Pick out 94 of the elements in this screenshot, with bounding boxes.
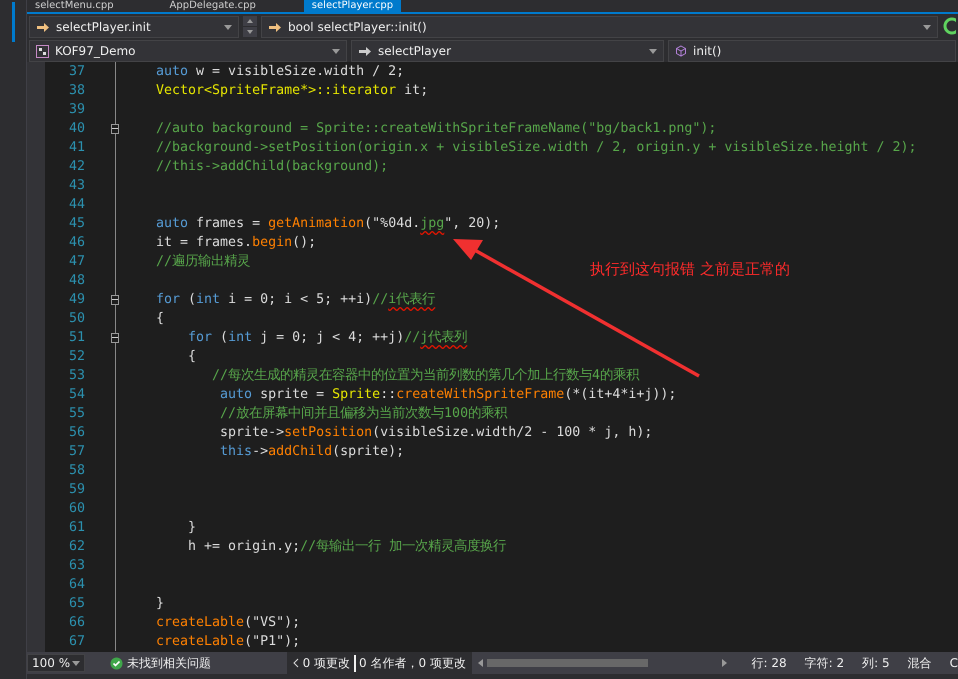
line-number: 64 <box>68 576 85 594</box>
code-line: { <box>187 349 196 364</box>
code-line: //auto background = Sprite::createWithSpriteFrameName("bg/back1.png"); <box>156 121 716 136</box>
code-line: } <box>187 520 196 535</box>
line-number: 55 <box>68 405 85 423</box>
collapse-icon[interactable] <box>111 124 119 134</box>
line-number: 66 <box>68 614 85 632</box>
line-number: 60 <box>68 500 85 518</box>
code-line: this->addChild(sprite); <box>219 444 404 459</box>
code-editor[interactable] <box>27 62 958 652</box>
caret-icon <box>649 48 657 54</box>
member-dropdown[interactable]: bool selectPlayer::init() <box>261 16 938 38</box>
arrow-icon <box>268 22 282 32</box>
check-icon <box>110 656 123 670</box>
project-icon <box>36 44 49 58</box>
line-number: 62 <box>68 538 85 556</box>
code-line: sprite->setPosition(visibleSize.width/2 - 100 * j, h); <box>219 425 652 440</box>
line-number: 45 <box>68 215 85 233</box>
function-dropdown[interactable]: init() <box>668 40 956 62</box>
line-number: 38 <box>68 82 85 100</box>
code-line: //遍历输出精灵 <box>156 254 250 269</box>
code-line: h += origin.y;//每输出一行 加一次精灵高度换行 <box>187 539 506 554</box>
collapse-icon[interactable] <box>111 332 119 342</box>
caret-icon <box>923 24 931 30</box>
line-number: 49 <box>68 291 85 309</box>
line-number: 63 <box>68 557 85 575</box>
line-status: 行: 28 <box>751 654 787 672</box>
issues-status[interactable]: 未找到相关问题 <box>126 654 211 672</box>
code-line: auto w = visibleSize.width / 2; <box>156 64 404 79</box>
code-line: Vector<SpriteFrame*>::iterator it; <box>156 83 428 98</box>
project-dropdown[interactable]: KOF97_Demo <box>29 40 347 62</box>
line-number: 59 <box>68 481 85 499</box>
line-number: 54 <box>68 386 85 404</box>
line-number: 43 <box>68 177 85 195</box>
up-triangle-icon <box>247 19 253 23</box>
line-number: 56 <box>68 424 85 442</box>
class-dropdown[interactable]: selectPlayer <box>351 40 664 62</box>
line-number: 39 <box>68 101 85 119</box>
line-number: 42 <box>68 158 85 176</box>
file-tab[interactable]: AppDelegate.cpp <box>162 0 264 12</box>
line-number: 61 <box>68 519 85 537</box>
line-number: 58 <box>68 462 85 480</box>
line-number: 57 <box>68 443 85 461</box>
code-line: //background->setPosition(origin.x + visibleSize.width / 2, origin.y + visibleSize.height / 2); <box>156 140 917 155</box>
scroll-down-button[interactable] <box>243 27 257 37</box>
collapse-icon[interactable] <box>111 294 119 304</box>
scroll-left-icon[interactable] <box>478 659 483 667</box>
caret-icon <box>72 660 80 666</box>
authors-status[interactable]: 0 名作者，0 项更改 <box>354 654 466 672</box>
annotation-text: 执行到这句报错 之前是正常的 <box>590 260 790 279</box>
code-line: //每次生成的精灵在容器中的位置为当前列数的第几个加上行数与4的乘积 <box>211 368 640 383</box>
scroll-right-icon[interactable] <box>722 659 728 667</box>
code-line: //放在屏幕中间并且偏移为当前次数与100的乘积 <box>219 406 508 421</box>
code-line: auto frames = getAnimation("%04d.jpg", 20); <box>156 216 500 231</box>
caret-icon <box>332 48 340 54</box>
code-line: //this->addChild(background); <box>156 159 388 174</box>
down-triangle-icon <box>247 30 253 34</box>
code-line: createLable("VS"); <box>156 615 300 630</box>
scroll-up-button[interactable] <box>243 16 257 26</box>
circle-arrow-icon[interactable] <box>942 16 956 36</box>
code-line: { <box>156 311 164 326</box>
code-line: it = frames.begin(); <box>156 235 316 250</box>
line-number: 65 <box>68 595 85 613</box>
cube-icon <box>675 45 687 57</box>
code-line: for (int j = 0; j < 4; ++j)//j代表列 <box>187 330 468 345</box>
arrow-icon <box>358 46 372 56</box>
zoom-dropdown[interactable]: 100 % <box>27 654 85 672</box>
scope-dropdown[interactable]: selectPlayer.init <box>29 16 239 38</box>
file-tab[interactable]: selectMenu.cpp <box>27 0 122 12</box>
line-ending-status[interactable]: C <box>950 656 958 670</box>
line-number: 44 <box>68 196 85 214</box>
column-status: 列: 5 <box>862 654 890 672</box>
code-line: auto sprite = Sprite::createWithSpriteFrame(*(it+4*i+j)); <box>219 387 676 402</box>
line-number: 47 <box>68 253 85 271</box>
chevron-left-icon[interactable] <box>292 658 299 668</box>
line-number: 53 <box>68 367 85 385</box>
line-number: 50 <box>68 310 85 328</box>
line-number: 37 <box>68 63 85 81</box>
line-number: 52 <box>68 348 85 366</box>
line-number: 48 <box>68 272 85 290</box>
indent-status[interactable]: 混合 <box>908 654 932 672</box>
caret-icon <box>224 24 232 30</box>
arrow-icon <box>36 22 50 32</box>
changes-status[interactable]: 0 项更改 <box>302 654 350 672</box>
line-number: 46 <box>68 234 85 252</box>
code-line: createLable("P1"); <box>156 634 300 649</box>
line-number: 51 <box>68 329 85 347</box>
line-number: 41 <box>68 139 85 157</box>
code-line: for (int i = 0; i < 5; ++i)//i代表行 <box>156 292 436 307</box>
line-number: 67 <box>68 633 85 651</box>
line-number: 40 <box>68 120 85 138</box>
file-tab[interactable]: selectPlayer.cpp <box>304 0 402 12</box>
code-line: } <box>156 596 164 611</box>
char-status: 字符: 2 <box>804 654 844 672</box>
